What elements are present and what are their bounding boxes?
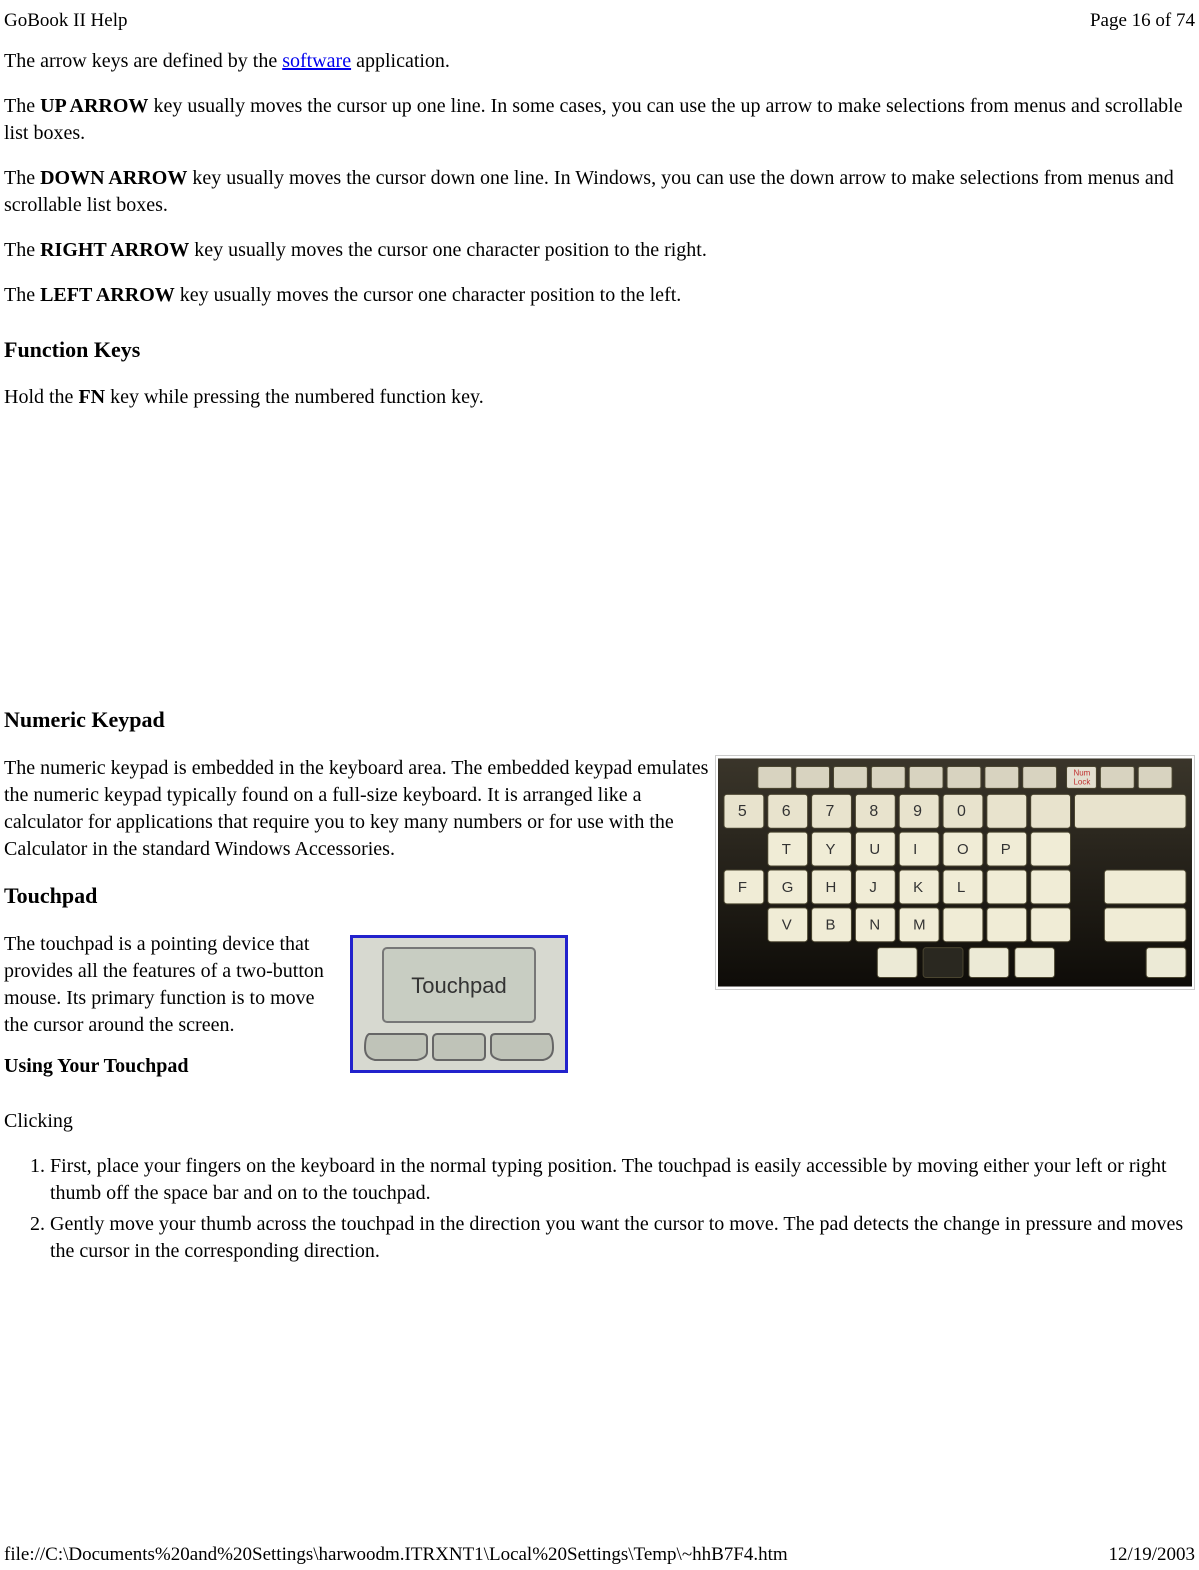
arrow-intro: The arrow keys are defined by the softwa… <box>4 48 1195 75</box>
svg-text:9: 9 <box>913 803 922 820</box>
fn-label: FN <box>78 386 105 408</box>
numeric-keypad-text-block: The numeric keypad is embedded in the ke… <box>4 755 715 1098</box>
svg-text:8: 8 <box>869 803 878 820</box>
text-post: key usually moves the cursor one charact… <box>175 284 682 306</box>
fn-paragraph: Hold the FN key while pressing the numbe… <box>4 384 1195 411</box>
svg-text:M: M <box>913 917 925 934</box>
svg-text:T: T <box>782 841 791 858</box>
right-arrow-paragraph: The RIGHT ARROW key usually moves the cu… <box>4 237 1195 264</box>
numeric-keypad-heading: Numeric Keypad <box>4 705 1195 735</box>
touchpad-heading: Touchpad <box>4 881 709 911</box>
left-arrow-paragraph: The LEFT ARROW key usually moves the cur… <box>4 282 1195 309</box>
touchpad-text-block: The touchpad is a pointing device that p… <box>4 931 350 1098</box>
software-link[interactable]: software <box>282 50 351 72</box>
text-post: key usually moves the cursor one charact… <box>189 239 707 261</box>
svg-text:Touchpad: Touchpad <box>411 973 506 998</box>
svg-text:Lock: Lock <box>1074 777 1091 786</box>
touchpad-row: The touchpad is a pointing device that p… <box>4 931 709 1098</box>
numeric-keypad-text: The numeric keypad is embedded in the ke… <box>4 755 709 863</box>
svg-text:L: L <box>957 879 965 896</box>
touchpad-icon: Touchpad <box>353 938 565 1070</box>
image-gap-placeholder <box>4 429 1195 679</box>
text-pre: The <box>4 95 40 117</box>
using-touchpad-heading: Using Your Touchpad <box>4 1053 340 1080</box>
svg-text:5: 5 <box>738 803 747 820</box>
up-arrow-label: UP ARROW <box>40 95 148 117</box>
numeric-keypad-row: The numeric keypad is embedded in the ke… <box>4 755 1195 1098</box>
function-keys-heading: Function Keys <box>4 335 1195 365</box>
text-pre: Hold the <box>4 386 78 408</box>
header-page-label: Page 16 of 74 <box>1090 8 1195 34</box>
svg-text:7: 7 <box>826 803 835 820</box>
svg-text:O: O <box>957 841 969 858</box>
svg-text:Num: Num <box>1074 768 1091 777</box>
svg-text:J: J <box>869 879 876 896</box>
page: GoBook II Help Page 16 of 74 The arrow k… <box>0 0 1199 1570</box>
touchpad-text: The touchpad is a pointing device that p… <box>4 931 340 1039</box>
svg-text:P: P <box>1001 841 1011 858</box>
page-header: GoBook II Help Page 16 of 74 <box>0 0 1199 34</box>
svg-text:F: F <box>738 879 747 896</box>
arrow-intro-pre: The arrow keys are defined by the <box>4 50 282 72</box>
svg-text:6: 6 <box>782 803 791 820</box>
svg-text:V: V <box>782 917 792 934</box>
svg-text:K: K <box>913 879 923 896</box>
content: The arrow keys are defined by the softwa… <box>0 34 1199 1265</box>
svg-text:N: N <box>869 917 880 934</box>
text-post: key usually moves the cursor up one line… <box>4 95 1183 144</box>
right-arrow-label: RIGHT ARROW <box>40 239 189 261</box>
text-pre: The <box>4 284 40 306</box>
text-post: key while pressing the numbered function… <box>105 386 484 408</box>
down-arrow-label: DOWN ARROW <box>40 167 187 189</box>
text-pre: The <box>4 167 40 189</box>
up-arrow-paragraph: The UP ARROW key usually moves the curso… <box>4 93 1195 147</box>
list-item: Gently move your thumb across the touchp… <box>50 1211 1195 1265</box>
svg-text:U: U <box>869 841 880 858</box>
clicking-steps: First, place your fingers on the keyboar… <box>4 1153 1195 1265</box>
down-arrow-paragraph: The DOWN ARROW key usually moves the cur… <box>4 165 1195 219</box>
svg-text:Y: Y <box>826 841 836 858</box>
page-footer: file://C:\Documents%20and%20Settings\har… <box>0 1542 1199 1568</box>
header-title: GoBook II Help <box>4 8 127 34</box>
list-item: First, place your fingers on the keyboar… <box>50 1153 1195 1207</box>
left-arrow-label: LEFT ARROW <box>40 284 175 306</box>
svg-text:H: H <box>826 879 837 896</box>
text-pre: The <box>4 239 40 261</box>
keyboard-icon: Num Lock 5 6 7 8 9 0 <box>718 758 1192 987</box>
keyboard-image: Num Lock 5 6 7 8 9 0 <box>715 755 1195 990</box>
clicking-label: Clicking <box>4 1108 1195 1135</box>
footer-date: 12/19/2003 <box>1108 1542 1195 1568</box>
arrow-intro-post: application. <box>351 50 450 72</box>
svg-text:B: B <box>826 917 836 934</box>
svg-text:0: 0 <box>957 803 966 820</box>
svg-text:I: I <box>913 841 917 858</box>
touchpad-image: Touchpad <box>350 931 568 1073</box>
footer-path: file://C:\Documents%20and%20Settings\har… <box>4 1542 788 1568</box>
svg-text:G: G <box>782 879 794 896</box>
